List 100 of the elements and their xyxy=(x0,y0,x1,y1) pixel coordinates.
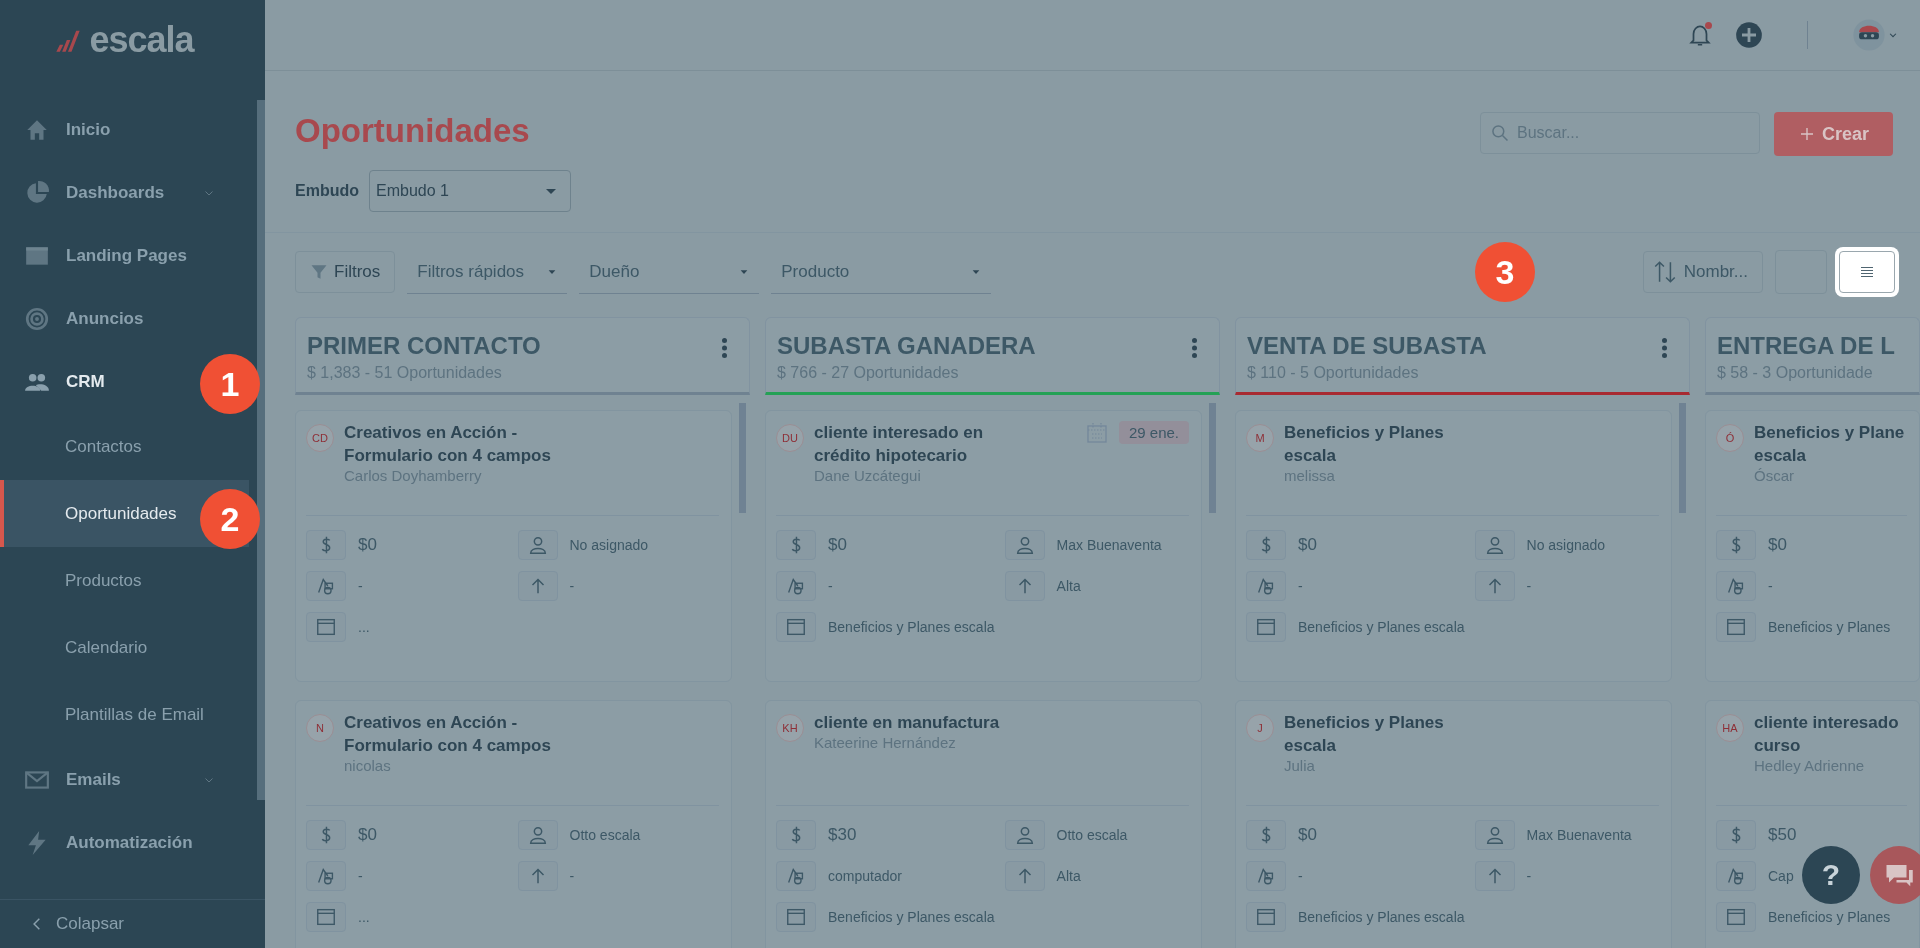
field-value: ... xyxy=(358,619,370,635)
more-options-icon xyxy=(1192,338,1197,358)
field-value: Beneficios y Planes xyxy=(1768,909,1891,925)
column-title: ENTREGA DE L xyxy=(1717,332,1895,360)
card-title: Beneficios y Plane escala xyxy=(1754,422,1906,467)
field-value: - xyxy=(1526,578,1532,594)
field-value: computador xyxy=(828,868,902,884)
field-value: - xyxy=(358,868,363,884)
sidebar-item[interactable]: Inicio xyxy=(0,98,257,161)
field-label: Embudo xyxy=(295,182,359,200)
sidebar-item[interactable]: Anuncios xyxy=(0,287,257,350)
notifications-button[interactable] xyxy=(1687,22,1713,48)
chevron-down-icon xyxy=(1888,30,1898,40)
field-value: - xyxy=(358,578,363,594)
field-value: - xyxy=(1298,868,1303,884)
card-title: cliente interesado en crédito hipotecario xyxy=(814,422,985,467)
initials-avatar: HA xyxy=(1716,714,1744,742)
scrollbar[interactable] xyxy=(1209,403,1216,513)
column-title: PRIMER CONTACTO xyxy=(307,332,541,360)
field-value: Cap xyxy=(1768,868,1794,884)
card-title: Beneficios y Planes escala xyxy=(1284,712,1445,757)
initials-avatar: N xyxy=(306,714,334,742)
initials-avatar: DU xyxy=(776,424,804,452)
collapse-button[interactable]: Colapsar xyxy=(0,899,265,948)
card-title: cliente interesado curso xyxy=(1754,712,1900,757)
search-icon xyxy=(1489,123,1510,143)
initials-avatar: Ó xyxy=(1716,424,1744,452)
scrollbar[interactable] xyxy=(1679,403,1686,513)
initials-avatar: KH xyxy=(776,714,804,742)
due-date-badge: 29 ene. xyxy=(1118,421,1189,444)
card-title: Beneficios y Planes escala xyxy=(1284,422,1445,467)
create-button[interactable]: Crear xyxy=(1773,112,1893,156)
sidebar-item[interactable]: Emails xyxy=(0,748,257,811)
browser-window-icon xyxy=(785,906,807,928)
card-title: cliente en manufactura xyxy=(814,712,1001,734)
field-value: $30 xyxy=(828,825,857,845)
more-options-icon xyxy=(1662,338,1667,358)
page-title: Oportunidades xyxy=(295,112,531,150)
browser-window-icon xyxy=(1255,616,1277,638)
field-value: $0 xyxy=(1298,535,1317,555)
field-value: Otto escala xyxy=(1056,827,1128,843)
more-options-icon xyxy=(722,338,727,358)
step-number-tooltip: 3 xyxy=(1475,242,1535,302)
target-icon xyxy=(24,305,50,332)
sort-button[interactable]: Nombr... xyxy=(1642,251,1763,293)
field-value: Max Buenaventa xyxy=(1526,827,1632,843)
caret-down-icon xyxy=(546,188,556,194)
browser-window-icon xyxy=(1725,616,1747,638)
browser-window-icon xyxy=(785,616,807,638)
sidebar-subitem[interactable]: Productos xyxy=(0,547,249,614)
field-value: Alta xyxy=(1056,868,1081,884)
browser-window-icon xyxy=(315,616,337,638)
field-value: - xyxy=(1526,868,1532,884)
sidebar-item[interactable]: Landing Pages xyxy=(0,224,257,287)
field-value: Beneficios y Planes xyxy=(1768,619,1891,635)
field-value: - xyxy=(569,868,575,884)
filter-dropdown[interactable]: Dueño xyxy=(579,250,760,294)
browser-window-icon xyxy=(315,906,337,928)
field-value: $0 xyxy=(1298,825,1317,845)
field-value: - xyxy=(1298,578,1303,594)
sidebar-subitem[interactable]: Calendario xyxy=(0,614,249,681)
pipeline-select[interactable]: Embudo 1 xyxy=(369,170,571,212)
plus-icon xyxy=(1735,21,1763,49)
logo-text: escala xyxy=(89,19,194,61)
field-value: Beneficios y Planes escala xyxy=(828,619,995,635)
robot-avatar-icon xyxy=(1852,18,1886,52)
initials-avatar: M xyxy=(1246,424,1274,452)
profile-menu[interactable] xyxy=(1852,18,1898,52)
field-value: $50 xyxy=(1768,825,1797,845)
add-button[interactable] xyxy=(1735,21,1763,49)
filter-dropdown[interactable]: Producto xyxy=(771,250,992,294)
pie-chart-icon xyxy=(24,179,50,206)
filter-dropdown[interactable]: Filtros rápidos xyxy=(407,250,568,294)
field-value: ... xyxy=(358,909,370,925)
scrollbar[interactable] xyxy=(257,100,265,800)
field-value: - xyxy=(1768,578,1773,594)
sidebar-item[interactable]: Dashboards xyxy=(0,161,257,224)
filters-button[interactable]: Filtros xyxy=(295,251,396,293)
field-value: Max Buenaventa xyxy=(1056,537,1162,553)
sidebar-subitem[interactable]: Plantillas de Email xyxy=(0,681,249,748)
card-title: Creativos en Acción - Formulario con 4 campos xyxy=(344,422,552,467)
field-value: No asignado xyxy=(569,537,649,553)
field-value: Beneficios y Planes escala xyxy=(1298,909,1465,925)
column-title: SUBASTA GANADERA xyxy=(777,332,1036,360)
card-title: Creativos en Acción - Formulario con 4 campos xyxy=(344,712,552,757)
sidebar-item[interactable]: Automatización xyxy=(0,811,257,874)
filter-icon xyxy=(310,263,328,281)
field-value: Alta xyxy=(1056,578,1081,594)
field-value: Beneficios y Planes escala xyxy=(1298,619,1465,635)
field-value: No asignado xyxy=(1526,537,1606,553)
scrollbar[interactable] xyxy=(739,403,746,513)
field-value: $0 xyxy=(358,825,377,845)
browser-window-icon xyxy=(1255,906,1277,928)
field-value: Otto escala xyxy=(569,827,641,843)
sidebar-subitem[interactable]: Contactos xyxy=(0,413,249,480)
field-value: - xyxy=(828,578,833,594)
field-value: - xyxy=(569,578,575,594)
field-value: $0 xyxy=(358,535,377,555)
column-title: VENTA DE SUBASTA xyxy=(1247,332,1487,360)
field-value: $0 xyxy=(1768,535,1787,555)
